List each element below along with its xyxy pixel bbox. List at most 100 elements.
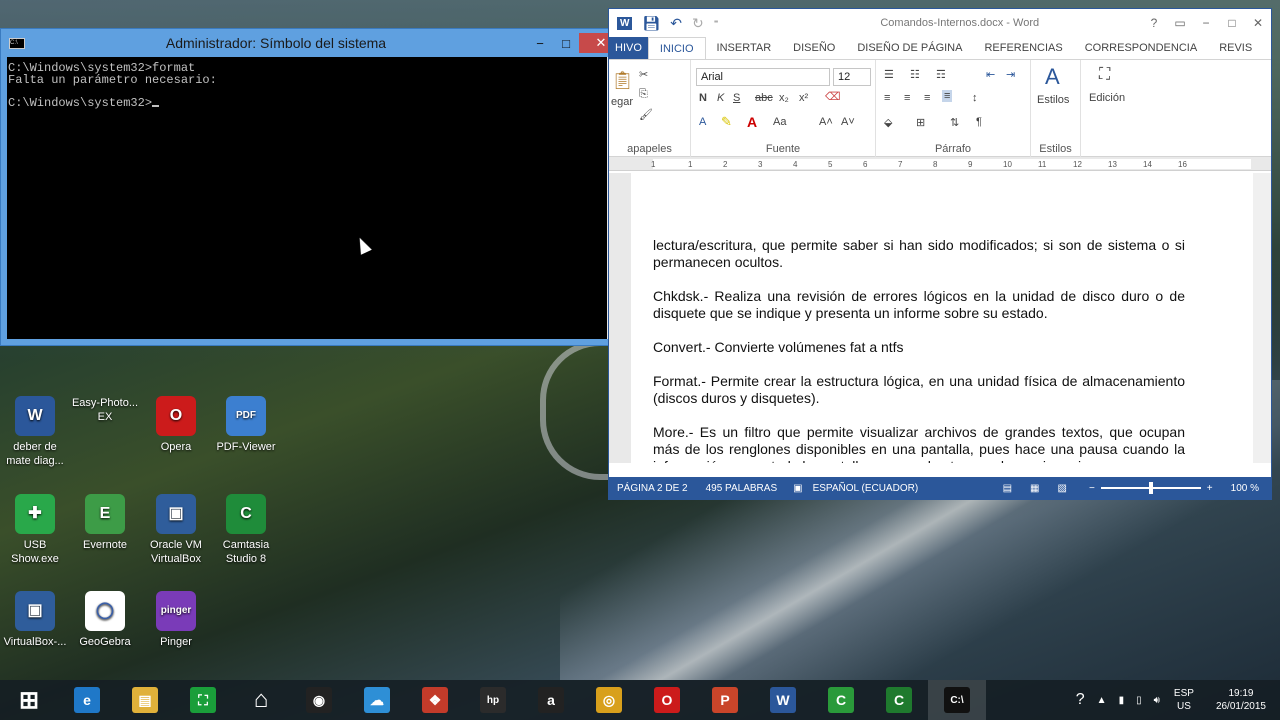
maximize-button[interactable]: □	[1219, 16, 1245, 30]
tab-diseno-pagina[interactable]: DISEÑO DE PÁGINA	[846, 37, 973, 59]
close-button[interactable]: ✕	[1245, 16, 1271, 30]
paragraph[interactable]: Convert.- Convierte volúmenes fat a ntfs	[653, 339, 1185, 356]
shrink-font-icon[interactable]: A˅	[841, 116, 855, 128]
customize-qat-icon[interactable]: ⁼	[714, 18, 719, 29]
desktop-icon[interactable]: E Evernote	[70, 494, 140, 552]
desktop-icon[interactable]: PDF PDF-Viewer	[211, 396, 281, 454]
format-painter-icon[interactable]: 🖌︎	[639, 108, 653, 121]
editing-button[interactable]: Edición	[1089, 92, 1125, 104]
tab-inicio[interactable]: INICIO	[647, 37, 706, 59]
italic-icon[interactable]: K	[717, 92, 724, 104]
taskbar-file-explorer[interactable]: ▤	[116, 680, 174, 720]
paste-icon[interactable]: 📋︎	[611, 70, 634, 91]
ribbon-display-options-icon[interactable]: ▭	[1167, 16, 1193, 30]
taskbar-powerpoint[interactable]: P	[696, 680, 754, 720]
taskbar-word[interactable]: W	[754, 680, 812, 720]
tab-revisar[interactable]: REVIS	[1208, 37, 1263, 59]
read-mode-icon[interactable]: ▤	[1003, 483, 1012, 494]
language-indicator[interactable]: ESP US	[1174, 687, 1194, 713]
desktop-icon[interactable]: Easy-Photo... EX	[70, 396, 140, 424]
cmd-prompt-line[interactable]: C:\Windows\system32>	[8, 97, 607, 110]
word-app-icon[interactable]: W	[617, 16, 633, 30]
taskbar-camtasia[interactable]: C	[812, 680, 870, 720]
superscript-icon[interactable]: x²	[799, 92, 808, 104]
styles-button[interactable]: Estilos	[1037, 94, 1069, 106]
minimize-button[interactable]: −	[1193, 16, 1219, 30]
desktop-icon[interactable]: ◯ GeoGebra	[70, 591, 140, 649]
show-hidden-icons-icon[interactable]: ▲	[1097, 695, 1107, 706]
desktop-icon[interactable]: ✚ USB Show.exe	[0, 494, 70, 566]
tab-referencias[interactable]: REFERENCIAS	[973, 37, 1073, 59]
paragraph[interactable]: Format.- Permite crear la estructura lóg…	[653, 373, 1185, 407]
binoculars-icon[interactable]: ⛶	[1099, 66, 1110, 84]
taskbar-start[interactable]: ⊞	[0, 680, 58, 720]
paragraph[interactable]: lectura/escritura, que permite saber si …	[653, 237, 1185, 271]
volume-icon[interactable]: 🔊︎	[1154, 695, 1160, 706]
cmd-titlebar[interactable]: C:\ Administrador: Símbolo del sistema −…	[1, 29, 629, 57]
increase-indent-icon[interactable]: ⇥	[1006, 68, 1015, 81]
desktop-icon[interactable]: pinger Pinger	[141, 591, 211, 649]
desktop-icon[interactable]: O Opera	[141, 396, 211, 454]
taskbar-command-prompt[interactable]: C:\	[928, 680, 986, 720]
word-titlebar[interactable]: W 💾︎ ↶ ↻ ⁼ Comandos-Internos.docx - Word…	[609, 9, 1271, 37]
cmd-console[interactable]: C:\Windows\system32>format Falta un pará…	[7, 57, 607, 339]
ruler[interactable]: 1 1 2 3 4 5 6 7 8 9 10 11 12 13 14 16	[609, 157, 1271, 171]
battery-icon[interactable]: ▯	[1136, 695, 1142, 706]
taskbar-internet-explorer[interactable]: e	[58, 680, 116, 720]
print-layout-icon[interactable]: ▦	[1030, 483, 1039, 494]
zoom-out-button[interactable]: −	[1089, 483, 1095, 494]
command-prompt-window[interactable]: C:\ Administrador: Símbolo del sistema −…	[0, 28, 630, 346]
underline-icon[interactable]: S	[733, 92, 740, 104]
paragraph[interactable]: Chkdsk.- Realiza una revisión de errores…	[653, 288, 1185, 322]
desktop-icon[interactable]: Wdeber de mate diag...	[0, 396, 70, 468]
language-indicator[interactable]: ESPAÑOL (ECUADOR)	[813, 483, 919, 494]
taskbar-opera[interactable]: O	[638, 680, 696, 720]
taskbar-home[interactable]: ⌂	[232, 680, 290, 720]
grow-font-icon[interactable]: A˄	[819, 116, 833, 128]
redo-icon[interactable]: ↻	[692, 15, 704, 32]
desktop-icon[interactable]: ▣ VirtualBox-...	[0, 591, 70, 649]
vertical-scrollbar[interactable]	[1253, 173, 1271, 463]
show-marks-icon[interactable]: ¶	[976, 116, 982, 128]
taskbar-store[interactable]: ⛶	[174, 680, 232, 720]
copy-icon[interactable]: ⎘	[639, 88, 648, 101]
tab-file[interactable]: HIVO	[609, 37, 648, 59]
tab-insertar[interactable]: INSERTAR	[706, 37, 783, 59]
highlight-icon[interactable]: ✎	[721, 114, 732, 130]
font-size-select[interactable]: 12	[833, 68, 871, 86]
borders-icon[interactable]: ⊞	[916, 116, 925, 129]
taskbar-photo-app[interactable]: ❖	[406, 680, 464, 720]
word-count[interactable]: 495 PALABRAS	[706, 483, 778, 494]
network-icon[interactable]: ▮	[1119, 695, 1125, 706]
font-name-select[interactable]: Arial	[696, 68, 830, 86]
undo-icon[interactable]: ↶	[670, 15, 682, 32]
page-count[interactable]: PÁGINA 2 DE 2	[617, 483, 688, 494]
zoom-level[interactable]: 100 %	[1231, 483, 1259, 494]
taskbar-media-player[interactable]: ◉	[290, 680, 348, 720]
minimize-button[interactable]: −	[527, 36, 553, 51]
align-right-icon[interactable]: ≡	[924, 92, 930, 104]
save-icon[interactable]: 💾︎	[642, 15, 660, 32]
strikethrough-icon[interactable]: abc	[755, 92, 773, 104]
styles-icon[interactable]: A	[1045, 64, 1060, 90]
zoom-in-button[interactable]: +	[1207, 483, 1213, 494]
maximize-button[interactable]: □	[553, 36, 579, 51]
align-center-icon[interactable]: ≡	[904, 92, 910, 104]
taskbar-camtasia-recorder[interactable]: C	[870, 680, 928, 720]
text-effects-icon[interactable]: A	[699, 116, 706, 128]
proofing-icon[interactable]: ▣	[793, 483, 802, 494]
clock[interactable]: 19:19 26/01/2015	[1216, 687, 1266, 713]
numbering-icon[interactable]: ☷	[910, 68, 920, 81]
sort-icon[interactable]: ⇅	[950, 116, 959, 129]
font-color-icon[interactable]: A	[747, 114, 757, 130]
clear-format-icon[interactable]: ⌫	[825, 90, 841, 103]
taskbar-cloud[interactable]: ☁	[348, 680, 406, 720]
taskbar-chrome[interactable]: ◎	[580, 680, 638, 720]
tab-correspondencia[interactable]: CORRESPONDENCIA	[1074, 37, 1208, 59]
change-case-icon[interactable]: Aa	[773, 116, 786, 128]
cut-icon[interactable]: ✂	[639, 68, 648, 81]
document-page[interactable]: lectura/escritura, que permite saber si …	[631, 173, 1253, 463]
justify-icon[interactable]: ≡	[942, 90, 953, 102]
decrease-indent-icon[interactable]: ⇤	[986, 68, 995, 81]
align-left-icon[interactable]: ≡	[884, 92, 890, 104]
